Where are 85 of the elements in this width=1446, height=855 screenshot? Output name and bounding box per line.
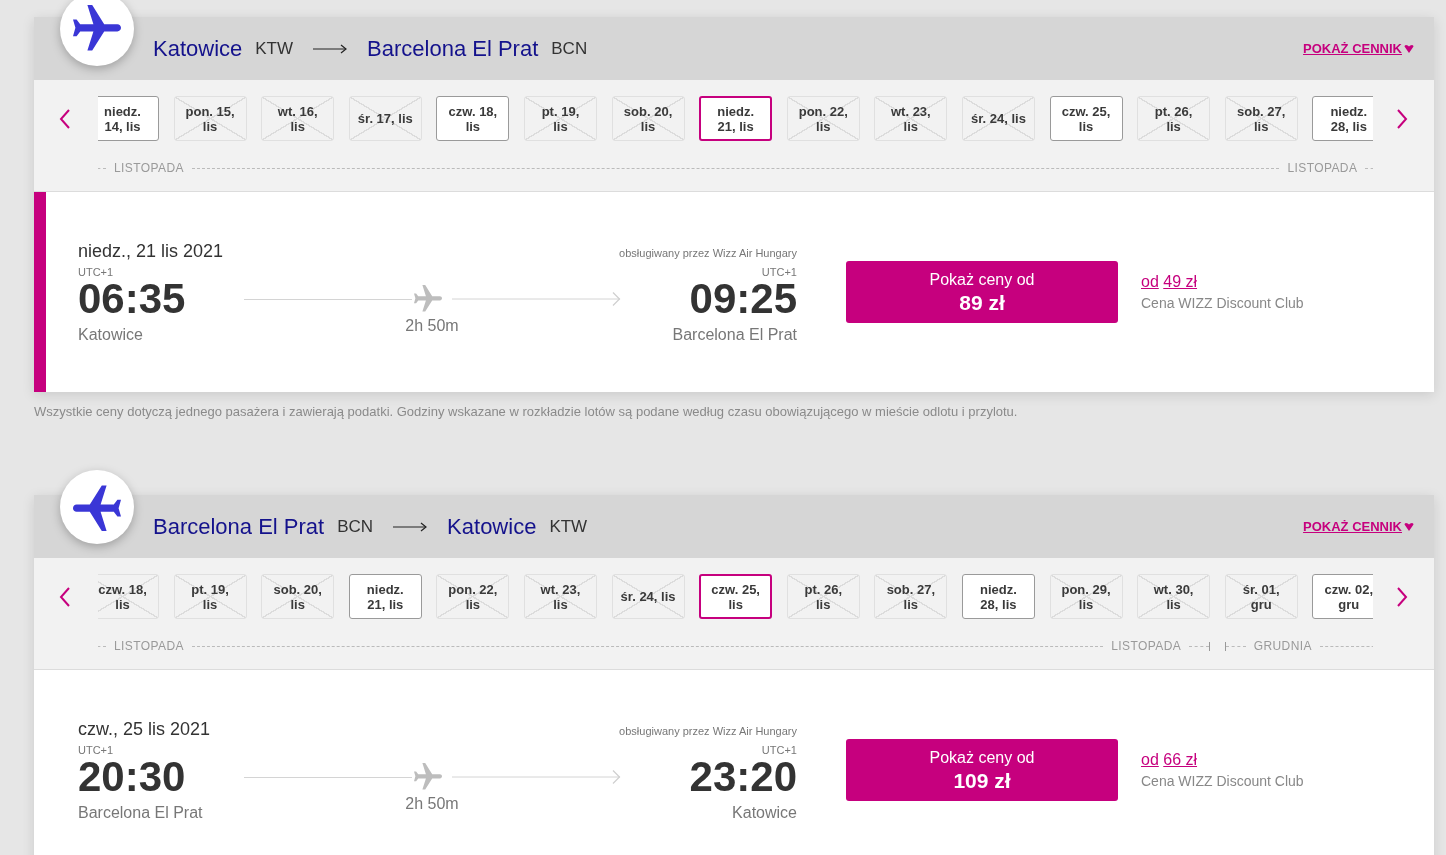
date-button[interactable]: czw. 25, lis — [699, 574, 773, 619]
month-label: LISTOPADA — [113, 639, 185, 653]
date-button[interactable]: sob. 20, lis — [611, 96, 685, 141]
show-prices-button[interactable]: Pokaż ceny od 89 zł — [846, 261, 1118, 323]
arrival-city: Barcelona El Prat — [672, 325, 797, 345]
date-button[interactable]: czw. 18, lis — [98, 574, 159, 619]
club-price-caption: Cena WIZZ Discount Club — [1141, 772, 1304, 790]
arrival-city: Katowice — [732, 803, 797, 823]
timezone-label: UTC+1 — [761, 744, 797, 757]
date-button[interactable]: niedz. 28, lis — [1312, 96, 1373, 141]
flight-card[interactable]: niedz., 21 lis 2021 obsługiwany przez Wizz Air Hungary UTC+1 06:35 Katowice 2h 50m UTC+1 09:25 Barcelona El Prat Pokaż ceny od 89 zł od 49 zł Cena WIZZ Discount Club — [34, 192, 1434, 392]
departure-time: 06:35 — [78, 279, 186, 319]
month-label: LISTOPADA — [1110, 639, 1183, 653]
date-button[interactable]: śr. 24, lis — [961, 96, 1035, 141]
departure-city: Barcelona El Prat — [78, 803, 203, 823]
date-button[interactable]: pt. 19, lis — [173, 574, 247, 619]
plane-icon — [414, 763, 442, 791]
arrival-time: 09:25 — [689, 279, 797, 319]
origin-code: KTW — [255, 38, 294, 59]
chevron-right-icon — [1396, 586, 1408, 607]
date-button[interactable]: pt. 19, lis — [523, 96, 597, 141]
arrow-icon — [452, 292, 620, 306]
date-button[interactable]: niedz. 21, lis — [348, 574, 422, 619]
date-button[interactable]: niedz. 21, lis — [699, 96, 773, 141]
month-label: GRUDNIA — [1252, 639, 1313, 653]
date-button[interactable]: pon. 29, lis — [1049, 574, 1123, 619]
date-button[interactable]: śr. 17, lis — [348, 96, 422, 141]
origin-city: Katowice — [153, 35, 243, 62]
flight-card[interactable]: czw., 25 lis 2021 obsługiwany przez Wizz Air Hungary UTC+1 20:30 Barcelona El Prat 2h 50m UTC+1 23:20 Katowice Pokaż ceny od 109 zł od 66 zł Cena WIZZ Discount Club — [34, 670, 1434, 855]
show-prices-button[interactable]: Pokaż ceny od 109 zł — [846, 739, 1118, 801]
date-button[interactable]: wt. 23, lis — [874, 96, 948, 141]
operator-text: obsługiwany przez Wizz Air Hungary — [619, 247, 797, 259]
club-price-link[interactable]: od 49 zł — [1141, 272, 1198, 292]
date-button[interactable]: sob. 27, lis — [874, 574, 948, 619]
date-button[interactable]: wt. 16, lis — [261, 96, 335, 141]
chevron-left-icon — [59, 586, 71, 607]
destination-city: Katowice — [447, 513, 537, 540]
origin-city: Barcelona El Prat — [153, 513, 325, 540]
arrow-icon — [452, 770, 620, 784]
timezone-label: UTC+1 — [78, 266, 114, 279]
arrival-time: 23:20 — [689, 757, 797, 797]
flight-duration: 2h 50m — [405, 795, 459, 813]
date-button[interactable]: sob. 27, lis — [1224, 96, 1298, 141]
price-list-link[interactable]: POKAŻ CENNIK — [1303, 41, 1414, 56]
plane-icon — [60, 0, 134, 66]
price-note: Wszystkie ceny dotyczą jednego pasażera i zawierają podatki. Godziny wskazane w rozkładzie lotów są podane według czasu obowiązującego w mieście odlotu i przylotu. — [34, 404, 1019, 420]
club-price-caption: Cena WIZZ Discount Club — [1141, 294, 1304, 312]
timezone-label: UTC+1 — [78, 744, 114, 757]
flight-date: niedz., 21 lis 2021 — [78, 240, 224, 262]
date-button[interactable]: pt. 26, lis — [786, 574, 860, 619]
date-button[interactable]: śr. 24, lis — [611, 574, 685, 619]
departure-city: Katowice — [78, 325, 143, 345]
timezone-label: UTC+1 — [761, 266, 797, 279]
date-button[interactable]: pon. 22, lis — [786, 96, 860, 141]
date-button[interactable]: pon. 22, lis — [436, 574, 510, 619]
destination-code: BCN — [551, 38, 588, 59]
flight-duration: 2h 50m — [405, 317, 459, 335]
month-label: LISTOPADA — [113, 161, 185, 175]
arrow-icon — [393, 521, 428, 532]
date-button[interactable]: niedz. 28, lis — [961, 574, 1035, 619]
date-button[interactable]: wt. 23, lis — [523, 574, 597, 619]
date-button[interactable]: czw. 25, lis — [1049, 96, 1123, 141]
date-button[interactable]: sob. 20, lis — [261, 574, 335, 619]
departure-time: 20:30 — [78, 757, 186, 797]
chevron-left-icon — [59, 108, 71, 129]
date-button[interactable]: czw. 02, gru — [1312, 574, 1373, 619]
date-button[interactable]: czw. 18, lis — [436, 96, 510, 141]
operator-text: obsługiwany przez Wizz Air Hungary — [619, 725, 797, 737]
date-button[interactable]: niedz. 14, lis — [98, 96, 159, 141]
destination-city: Barcelona El Prat — [367, 35, 539, 62]
plane-icon — [414, 285, 442, 313]
date-button[interactable]: pt. 26, lis — [1137, 96, 1211, 141]
club-price-link[interactable]: od 66 zł — [1141, 750, 1198, 770]
date-button[interactable]: wt. 30, lis — [1137, 574, 1211, 619]
origin-code: BCN — [337, 516, 374, 537]
caret-icon — [1404, 44, 1414, 53]
arrow-icon — [313, 43, 348, 54]
destination-code: KTW — [549, 516, 588, 537]
date-button[interactable]: śr. 01, gru — [1224, 574, 1298, 619]
date-button[interactable]: pon. 15, lis — [173, 96, 247, 141]
flight-date: czw., 25 lis 2021 — [78, 718, 211, 740]
price-list-link[interactable]: POKAŻ CENNIK — [1303, 519, 1414, 534]
month-label: LISTOPADA — [1286, 161, 1359, 175]
chevron-right-icon — [1396, 108, 1408, 129]
caret-icon — [1404, 522, 1414, 531]
